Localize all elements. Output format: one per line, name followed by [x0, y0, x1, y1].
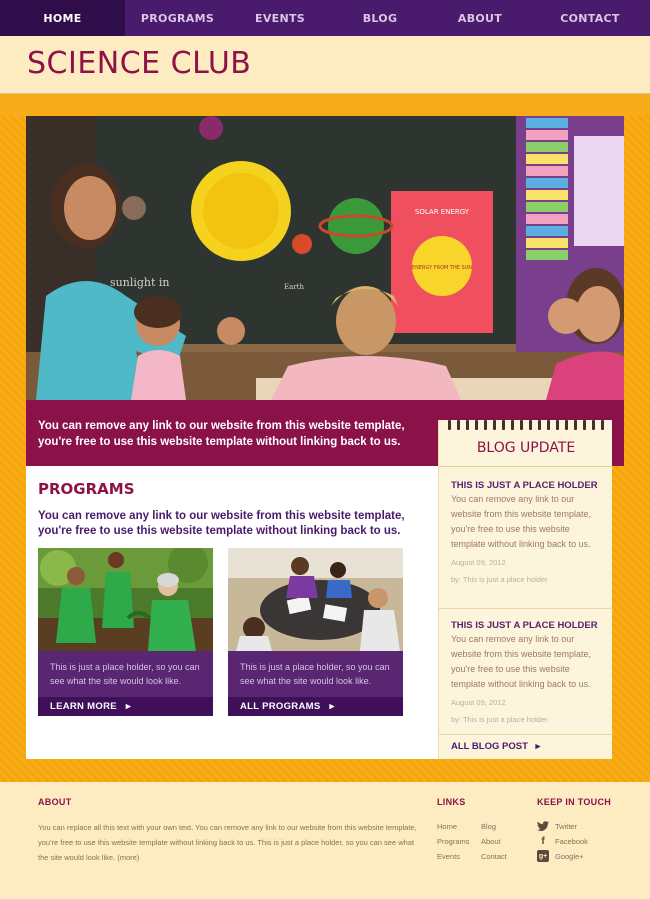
nav-events[interactable]: EVENTS — [230, 0, 330, 36]
blog-post-title[interactable]: THIS IS JUST A PLACE HOLDER — [451, 620, 598, 631]
learn-more-button[interactable]: LEARN MORE ▸ — [38, 697, 213, 716]
learn-more-label: LEARN MORE — [50, 701, 117, 712]
social-googleplus[interactable]: g+ Google+ — [537, 850, 584, 862]
arrow-right-icon: ▸ — [535, 741, 541, 752]
social-label: Twitter — [555, 821, 578, 831]
divider — [439, 466, 613, 467]
footer-about-text: You can replace all this text with your … — [38, 823, 417, 862]
board-text: sunlight in — [110, 276, 170, 289]
orange-band-top — [0, 94, 650, 116]
top-nav: HOME PROGRAMS EVENTS BLOG ABOUT CONTACT — [0, 0, 650, 36]
social-facebook[interactable]: f Facebook — [537, 835, 588, 847]
board-word: Earth — [284, 283, 304, 291]
poster-badge: ENERGY FROM THE SUN — [412, 265, 472, 271]
programs-title: PROGRAMS — [38, 480, 135, 498]
footer-link-home[interactable]: Home — [437, 822, 457, 831]
twitter-icon — [537, 820, 549, 832]
nav-contact[interactable]: CONTACT — [530, 0, 650, 36]
footer-link-programs[interactable]: Programs — [437, 837, 470, 846]
footer-link-contact[interactable]: Contact — [481, 852, 507, 861]
arrow-right-icon: ▸ — [125, 701, 131, 712]
facebook-icon: f — [541, 835, 545, 847]
program-photo-planting[interactable] — [38, 548, 213, 651]
blog-post-author: by: This is just a place holder — [451, 575, 548, 584]
program-caption: This is just a place holder, so you can … — [38, 651, 213, 697]
blog-post-title[interactable]: THIS IS JUST A PLACE HOLDER — [451, 480, 598, 491]
blog-post-date: August 09, 2012 — [451, 558, 506, 567]
blog-post-author: by: This is just a place holder — [451, 715, 548, 724]
footer-social-title: KEEP IN TOUCH — [537, 797, 612, 807]
social-twitter[interactable]: Twitter — [537, 820, 577, 832]
social-label: Facebook — [555, 836, 588, 846]
blog-post-date: August 09, 2012 — [451, 698, 506, 707]
program-caption: This is just a place holder, so you can … — [228, 651, 403, 697]
all-programs-label: ALL PROGRAMS — [240, 701, 321, 712]
banner-text: You can remove any link to our website f… — [38, 420, 405, 448]
divider — [439, 608, 613, 609]
programs-intro: You can remove any link to our website f… — [38, 510, 405, 537]
footer-about-title: ABOUT — [38, 797, 72, 807]
site-header: SCIENCE CLUB — [0, 36, 650, 94]
program-photo-study[interactable] — [228, 548, 403, 651]
footer-link-events[interactable]: Events — [437, 852, 460, 861]
googleplus-icon: g+ — [537, 850, 549, 862]
blog-update-panel: BLOG UPDATE THIS IS JUST A PLACE HOLDER … — [438, 420, 613, 759]
program-card: This is just a place holder, so you can … — [228, 548, 403, 716]
footer-link-about[interactable]: About — [481, 837, 501, 846]
footer-link-blog[interactable]: Blog — [481, 822, 496, 831]
blog-post-body: You can remove any link to our website f… — [451, 634, 592, 689]
programs-section: PROGRAMS You can remove any link to our … — [26, 466, 438, 759]
nav-programs[interactable]: PROGRAMS — [125, 0, 230, 36]
divider — [439, 734, 613, 735]
site-footer: ABOUT You can replace all this text with… — [0, 782, 650, 899]
all-blog-post-label: ALL BLOG POST — [451, 741, 528, 752]
nav-about[interactable]: ABOUT — [430, 0, 530, 36]
all-blog-post-link[interactable]: ALL BLOG POST ▸ — [451, 741, 540, 752]
blog-post-body: You can remove any link to our website f… — [451, 494, 592, 549]
all-programs-button[interactable]: ALL PROGRAMS ▸ — [228, 697, 403, 716]
social-label: Google+ — [555, 851, 584, 861]
arrow-right-icon: ▸ — [329, 701, 335, 712]
nav-blog[interactable]: BLOG — [330, 0, 430, 36]
site-title[interactable]: SCIENCE CLUB — [27, 46, 251, 81]
poster-title: SOLAR ENERGY — [415, 208, 470, 216]
footer-links-title: LINKS — [437, 797, 466, 807]
nav-home[interactable]: HOME — [0, 0, 125, 36]
hero-image: SOLAR ENERGY ENERGY FROM THE SUN sunligh… — [26, 116, 624, 400]
blog-title: BLOG UPDATE — [476, 440, 576, 456]
program-card: This is just a place holder, so you can … — [38, 548, 213, 716]
notepad-spiral — [439, 420, 613, 430]
